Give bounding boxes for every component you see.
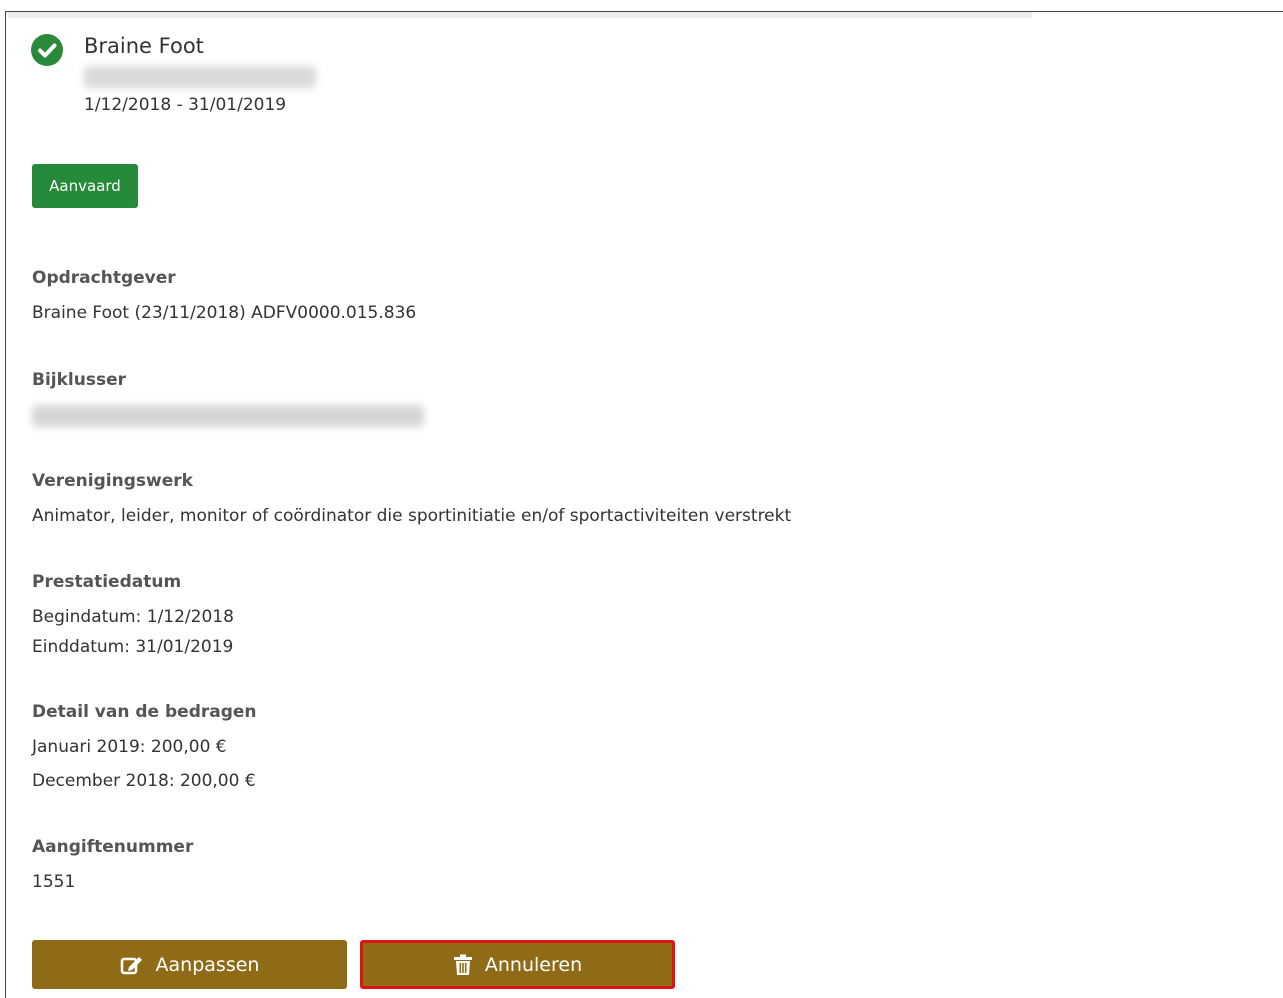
redacted-bijklusser-value — [32, 405, 424, 427]
verenigingswerk-value: Animator, leider, monitor of coördinator… — [32, 506, 792, 526]
check-circle-icon — [31, 34, 63, 66]
annuleren-button[interactable]: Annuleren — [360, 940, 675, 989]
page-frame — [5, 11, 1283, 998]
einddatum-value: Einddatum: 31/01/2019 — [32, 637, 234, 657]
opdrachtgever-value: Braine Foot (23/11/2018) ADFV0000.015.83… — [32, 303, 417, 323]
bedrag-line-december: December 2018: 200,00 € — [32, 771, 256, 791]
prestatiedatum-label: Prestatiedatum — [32, 572, 182, 592]
trash-icon — [453, 954, 473, 976]
edit-icon — [120, 954, 144, 976]
opdrachtgever-label: Opdrachtgever — [32, 268, 176, 288]
status-badge: Aanvaard — [32, 164, 138, 208]
top-band — [8, 12, 1032, 18]
aanpassen-button[interactable]: Aanpassen — [32, 940, 347, 989]
period-text: 1/12/2018 - 31/01/2019 — [84, 95, 287, 115]
verenigingswerk-label: Verenigingswerk — [32, 471, 193, 491]
begindatum-value: Begindatum: 1/12/2018 — [32, 607, 234, 627]
annuleren-label: Annuleren — [484, 953, 583, 976]
page-title: Braine Foot — [84, 34, 204, 58]
bedragen-label: Detail van de bedragen — [32, 702, 257, 722]
aanpassen-label: Aanpassen — [155, 953, 260, 976]
aangiftenummer-value: 1551 — [32, 872, 76, 892]
redacted-subtitle — [84, 66, 316, 88]
bijklusser-label: Bijklusser — [32, 370, 126, 390]
aangiftenummer-label: Aangiftenummer — [32, 837, 194, 857]
bedrag-line-januari: Januari 2019: 200,00 € — [32, 737, 227, 757]
